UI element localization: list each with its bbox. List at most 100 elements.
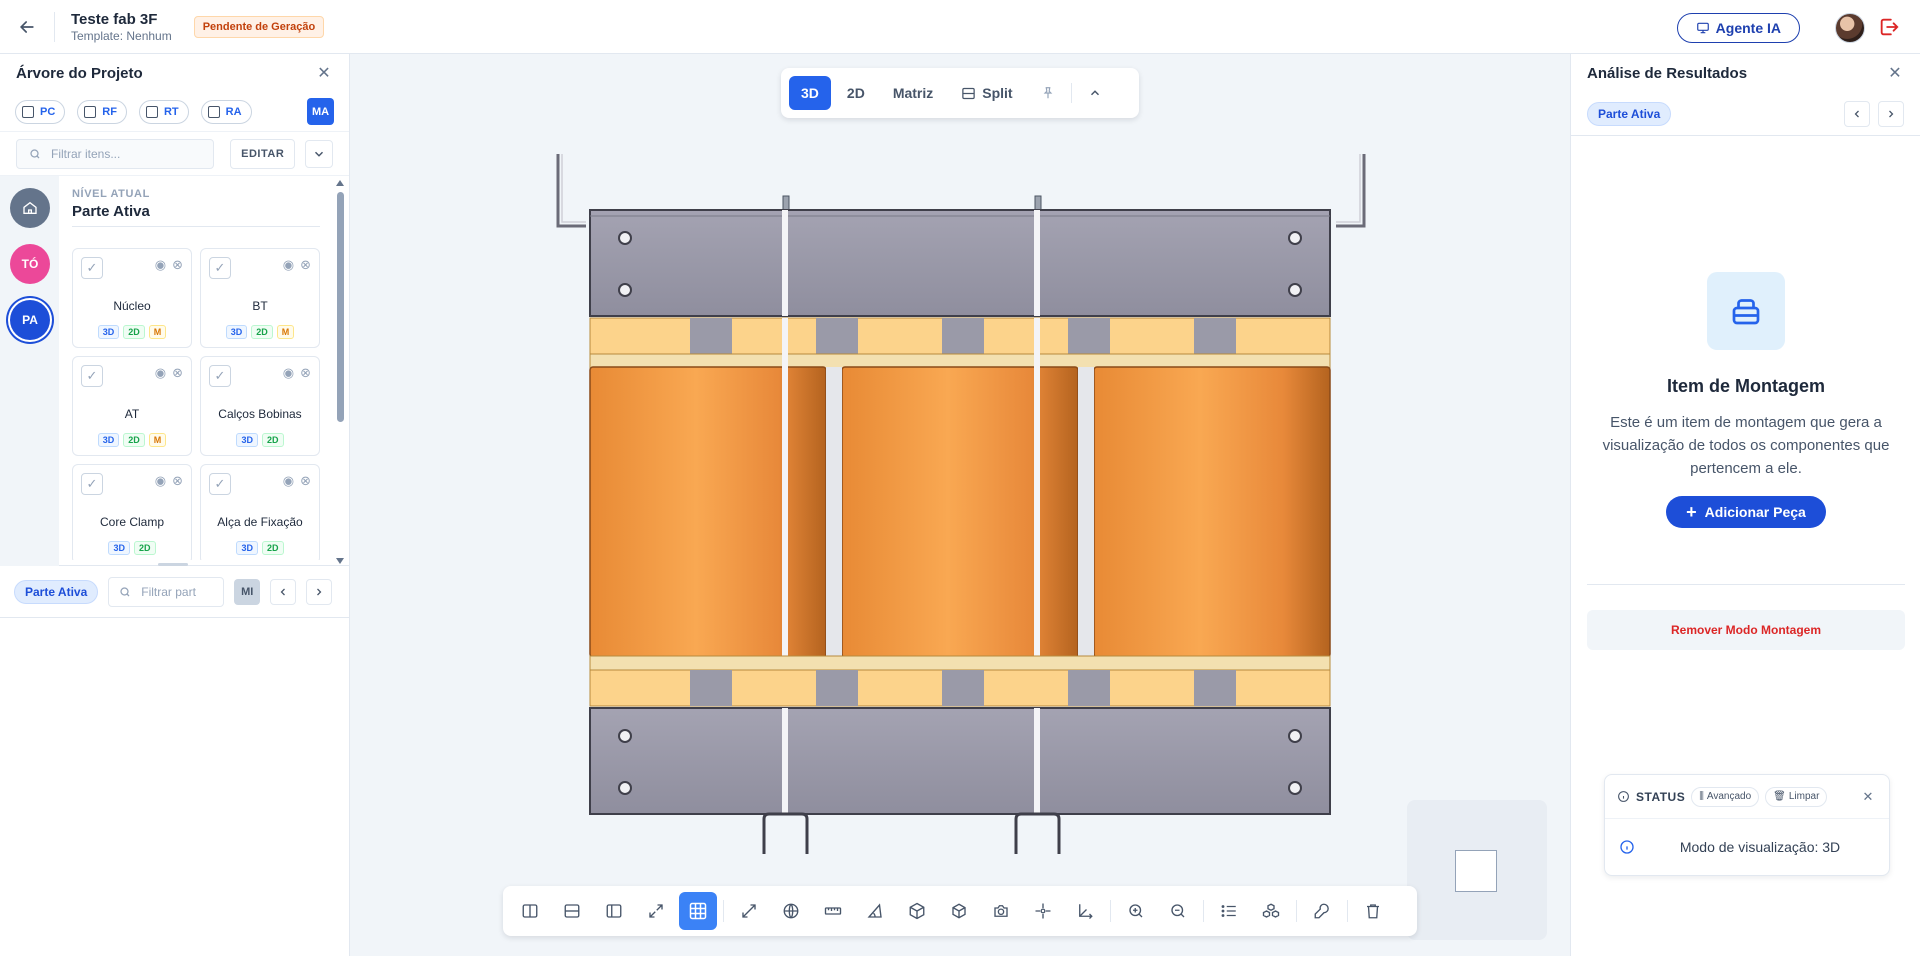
axes-button[interactable] [1066, 892, 1104, 930]
cube-button[interactable] [898, 892, 936, 930]
ma-button[interactable]: MA [307, 98, 334, 125]
tools-button[interactable] [1303, 892, 1341, 930]
measure-line-button[interactable] [730, 892, 768, 930]
ruler-button[interactable] [814, 892, 852, 930]
3d-viewport[interactable]: 3D 2D Matriz Split [351, 54, 1569, 956]
layers-icon [1707, 272, 1785, 350]
card-checkbox[interactable]: ✓ [81, 365, 103, 387]
close-icon[interactable]: ✕ [1859, 788, 1877, 806]
checkbox[interactable] [22, 105, 34, 118]
remove-assembly-mode-button[interactable]: Remover Modo Montagem [1587, 610, 1905, 650]
eye-icon[interactable]: ◉ [155, 365, 166, 381]
rail-home[interactable] [10, 188, 50, 228]
view-2d-button[interactable]: 2D [835, 76, 877, 110]
screenshot-button[interactable] [982, 892, 1020, 930]
edit-button[interactable]: EDITAR [230, 138, 296, 169]
card-icons: ◉ ⊗ [283, 365, 311, 381]
close-icon[interactable]: ✕ [315, 64, 333, 82]
settings-icon[interactable]: ⊗ [172, 257, 183, 273]
filter-chip-pc[interactable]: PC [15, 99, 66, 124]
list-button[interactable] [1210, 892, 1248, 930]
settings-icon[interactable]: ⊗ [300, 473, 311, 489]
tag-3d: 3D [236, 433, 258, 447]
box-button[interactable] [940, 892, 978, 930]
settings-icon[interactable]: ⊗ [300, 365, 311, 381]
advanced-button[interactable]: ⫼ Avançado [1691, 786, 1760, 807]
mi-button[interactable]: MI [234, 578, 261, 605]
settings-icon[interactable]: ⊗ [172, 365, 183, 381]
view-matriz-button[interactable]: Matriz [881, 76, 945, 110]
eye-icon[interactable]: ◉ [155, 473, 166, 489]
grid-button[interactable] [679, 892, 717, 930]
filter-chip-rt[interactable]: RT [138, 99, 189, 124]
minimap[interactable] [1407, 800, 1547, 940]
delete-button[interactable] [1354, 892, 1392, 930]
back-button[interactable] [0, 0, 54, 54]
settings-icon[interactable]: ⊗ [300, 257, 311, 273]
next-button[interactable] [306, 578, 333, 605]
item-card[interactable]: ✓ ◉ ⊗ Alça de Fixação 3D 2D [200, 464, 320, 560]
transformer-model[interactable] [546, 154, 1376, 854]
item-card[interactable]: ✓ ◉ ⊗ AT 3D 2D M [72, 356, 192, 456]
avatar[interactable] [1835, 13, 1865, 43]
globe-button[interactable] [772, 892, 810, 930]
rail-item-pa[interactable]: PA [10, 300, 50, 340]
card-checkbox[interactable]: ✓ [81, 257, 103, 279]
eye-icon[interactable]: ◉ [283, 257, 294, 273]
zoom-out-button[interactable] [1159, 892, 1197, 930]
clear-button[interactable]: 🗑 Limpar [1765, 786, 1828, 807]
rail-item-to[interactable]: TÓ [10, 244, 50, 284]
prev-button[interactable] [1844, 100, 1870, 127]
card-checkbox[interactable]: ✓ [209, 473, 231, 495]
item-card[interactable]: ✓ ◉ ⊗ Core Clamp 3D 2D [72, 464, 192, 560]
center-button[interactable] [1024, 892, 1062, 930]
prev-button[interactable] [270, 578, 297, 605]
filter-chip-rf[interactable]: RF [77, 99, 127, 124]
layout-rows-button[interactable] [553, 892, 591, 930]
level-caption: NÍVEL ATUAL [72, 188, 150, 200]
checkbox[interactable] [145, 105, 158, 118]
layout-left-button[interactable] [511, 892, 549, 930]
next-button[interactable] [1878, 100, 1904, 127]
item-card[interactable]: ✓ ◉ ⊗ Núcleo 3D 2D M [72, 248, 192, 348]
settings-icon[interactable]: ⊗ [172, 473, 183, 489]
sidebar-icon [606, 904, 622, 918]
eye-icon[interactable]: ◉ [155, 257, 166, 273]
view-split-button[interactable]: Split [949, 76, 1024, 110]
close-icon[interactable]: ✕ [1886, 64, 1904, 82]
zoom-in-button[interactable] [1117, 892, 1155, 930]
card-checkbox[interactable]: ✓ [209, 257, 231, 279]
item-card[interactable]: ✓ ◉ ⊗ Calços Bobinas 3D 2D [200, 356, 320, 456]
item-card[interactable]: ✓ ◉ ⊗ BT 3D 2D M [200, 248, 320, 348]
pin-button[interactable] [1029, 76, 1067, 110]
agent-ia-button[interactable]: Agente IA [1676, 13, 1800, 43]
scroll-up-arrow[interactable] [336, 180, 344, 186]
eye-icon[interactable]: ◉ [283, 473, 294, 489]
context-pill[interactable]: Parte Ativa [1587, 101, 1672, 126]
template-label: Template: Nenhum [71, 28, 172, 43]
explode-button[interactable] [1252, 892, 1290, 930]
search-input[interactable]: Filtrar itens... [16, 138, 215, 169]
fullscreen-button[interactable] [637, 892, 675, 930]
scrollbar[interactable] [336, 180, 344, 564]
parts-pill[interactable]: Parte Ativa [14, 579, 99, 604]
zoom-in-icon [1129, 904, 1143, 918]
filter-chip-ra[interactable]: RA [200, 99, 252, 124]
advanced-label: Avançado [1706, 791, 1752, 802]
add-part-button[interactable]: + Adicionar Peça [1666, 496, 1826, 528]
collapse-button[interactable] [1076, 76, 1114, 110]
minimap-thumbnail[interactable] [1455, 850, 1497, 892]
card-checkbox[interactable]: ✓ [209, 365, 231, 387]
layout-sidebar-button[interactable] [595, 892, 633, 930]
expand-button[interactable] [305, 139, 333, 168]
view-3d-button[interactable]: 3D [789, 76, 831, 110]
scroll-thumb[interactable] [337, 192, 344, 422]
checkbox[interactable] [207, 105, 220, 118]
angle-button[interactable] [856, 892, 894, 930]
parts-search-input[interactable]: Filtrar part [108, 576, 225, 607]
checkbox[interactable] [84, 105, 97, 118]
card-checkbox[interactable]: ✓ [81, 473, 103, 495]
logout-button[interactable] [1878, 16, 1902, 40]
scroll-down-arrow[interactable] [336, 558, 344, 564]
eye-icon[interactable]: ◉ [283, 365, 294, 381]
